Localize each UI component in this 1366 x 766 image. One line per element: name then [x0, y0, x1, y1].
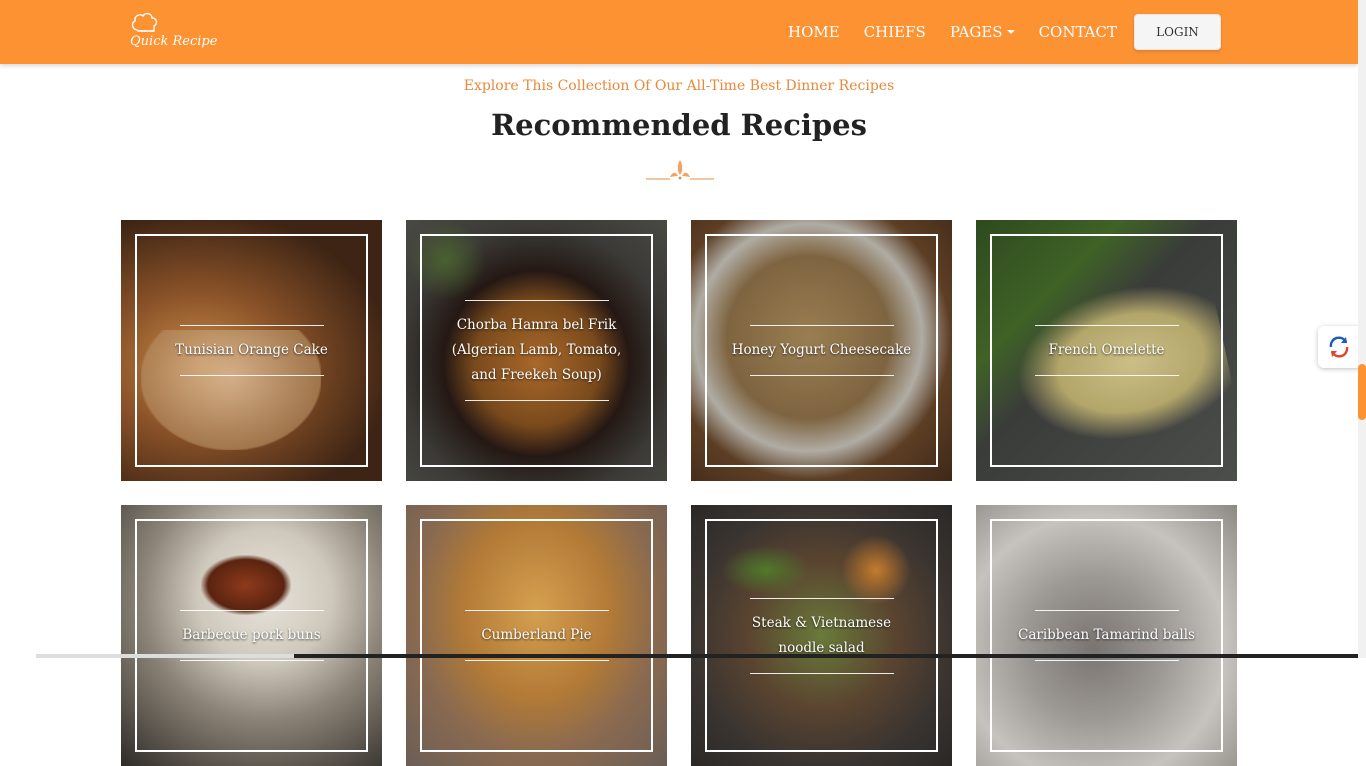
caret-down-icon [1006, 30, 1015, 34]
recipe-card[interactable]: Chorba Hamra bel Frik (Algerian Lamb, To… [406, 220, 667, 481]
card-rule-bottom [749, 375, 894, 376]
brand-name: Quick Recipe [130, 34, 218, 49]
chat-refresh-icon [1329, 336, 1349, 358]
recipe-title: Tunisian Orange Cake [175, 342, 328, 358]
recipe-card[interactable]: Cumberland Pie [406, 505, 667, 766]
card-rule-bottom [749, 672, 894, 674]
recipe-title: Cumberland Pie [481, 627, 592, 643]
login-button[interactable]: LOGIN [1134, 14, 1221, 50]
nav-contact[interactable]: CONTACT [1039, 23, 1117, 41]
recipe-card[interactable]: Tunisian Orange Cake [121, 220, 382, 481]
section-subtitle: Explore This Collection Of Our All-Time … [463, 78, 895, 94]
card-caption: Caribbean Tamarind balls [990, 505, 1223, 766]
brand-logo[interactable]: Quick Recipe [128, 10, 218, 54]
chat-widget-button[interactable] [1318, 326, 1360, 368]
card-rule-bottom [179, 660, 324, 661]
card-rule-bottom [464, 400, 609, 401]
section-title: Recommended Recipes [491, 108, 867, 142]
scrollbar-track[interactable] [1358, 0, 1366, 658]
card-rule-bottom [179, 375, 324, 376]
nav-chiefs[interactable]: CHIEFS [864, 23, 926, 41]
card-caption: Cumberland Pie [420, 505, 653, 766]
chef-hat-icon [131, 12, 158, 32]
card-rule-bottom [464, 660, 609, 661]
bottom-edge-highlight [36, 654, 294, 658]
ornament-divider-icon [646, 160, 714, 180]
navbar: Quick Recipe HOME CHIEFS PAGES CONTACT L… [0, 0, 1358, 64]
card-caption: Tunisian Orange Cake [135, 220, 368, 481]
card-caption: French Omelette [990, 220, 1223, 481]
card-caption: Chorba Hamra bel Frik (Algerian Lamb, To… [420, 220, 653, 481]
recipe-card[interactable]: Barbecue pork buns [121, 505, 382, 766]
recipe-title: Caribbean Tamarind balls [1018, 627, 1195, 643]
recipe-card[interactable]: Honey Yogurt Cheesecake [691, 220, 952, 481]
recipe-title: Barbecue pork buns [182, 627, 321, 643]
recipe-card[interactable]: French Omelette [976, 220, 1237, 481]
card-caption: Barbecue pork buns [135, 505, 368, 766]
nav-pages-label: PAGES [949, 23, 1003, 41]
scrollbar-thumb[interactable] [1358, 364, 1366, 420]
recipe-card[interactable]: Steak & Vietnamese noodle salad [691, 505, 952, 766]
nav-menu: HOME CHIEFS PAGES CONTACT [788, 0, 1141, 64]
nav-pages[interactable]: PAGES [950, 23, 1015, 41]
card-caption: Honey Yogurt Cheesecake [705, 220, 938, 481]
recipe-title: Steak & Vietnamese noodle salad [751, 614, 892, 656]
card-caption: Steak & Vietnamese noodle salad [705, 505, 938, 766]
recipe-title: Honey Yogurt Cheesecake [731, 342, 912, 358]
recipe-card[interactable]: Caribbean Tamarind balls [976, 505, 1237, 766]
recipe-title: Chorba Hamra bel Frik (Algerian Lamb, To… [451, 317, 622, 383]
card-rule-bottom [1034, 375, 1179, 376]
recipe-title: French Omelette [1048, 342, 1165, 358]
nav-home[interactable]: HOME [788, 23, 840, 41]
card-rule-bottom [1034, 660, 1179, 661]
